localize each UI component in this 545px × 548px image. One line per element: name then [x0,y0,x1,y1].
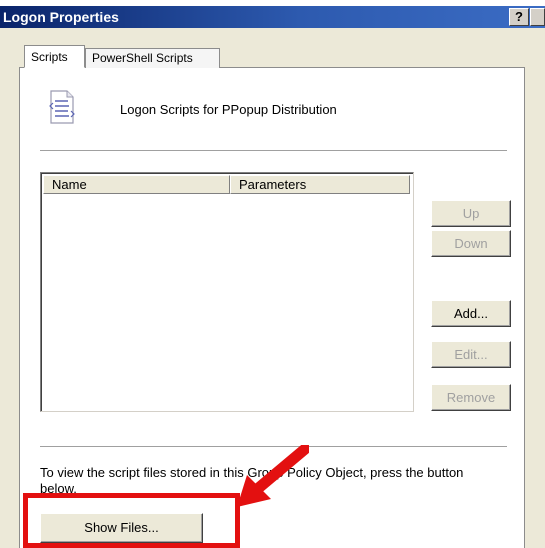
script-document-icon [49,90,75,124]
edit-button[interactable]: Edit... [431,341,511,368]
logon-scripts-label: Logon Scripts for PPopup Distribution [120,102,337,117]
highlight-box [23,493,240,548]
up-button[interactable]: Up [431,200,511,227]
separator [40,150,507,152]
column-header-parameters[interactable]: Parameters [230,175,410,194]
down-button[interactable]: Down [431,230,511,257]
window-title: Logon Properties [3,9,119,25]
tab-powershell-scripts[interactable]: PowerShell Scripts [85,48,220,68]
add-button[interactable]: Add... [431,300,511,327]
script-list[interactable]: Name Parameters [40,172,414,412]
close-button[interactable] [530,8,545,26]
remove-button[interactable]: Remove [431,384,511,411]
column-header-name[interactable]: Name [43,175,230,194]
red-arrow-icon [237,445,309,507]
help-button[interactable]: ? [509,8,529,26]
tab-scripts[interactable]: Scripts [24,45,85,68]
